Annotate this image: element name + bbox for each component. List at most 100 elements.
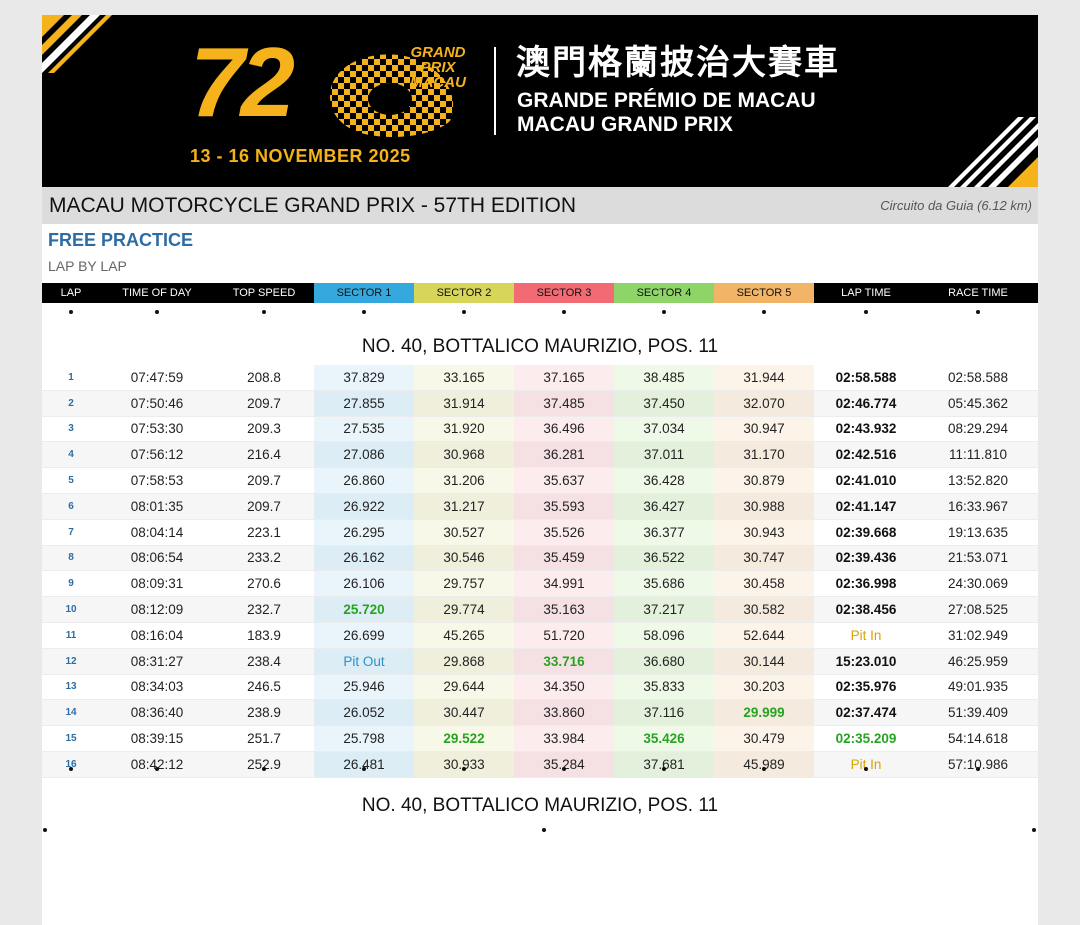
top-speed: 183.9: [214, 622, 314, 649]
lap-time: 02:36.998: [814, 570, 918, 598]
sector-5-time: 30.458: [714, 570, 814, 598]
lap-time: 02:37.474: [814, 699, 918, 727]
top-speed: 223.1: [214, 519, 314, 546]
lap-number: 10: [42, 596, 100, 623]
sector-1-time: 26.860: [314, 467, 414, 494]
time-of-day: 08:31:27: [100, 648, 214, 675]
sector-2-time: 29.868: [414, 648, 514, 675]
lap-number: 9: [42, 570, 100, 598]
top-speed: 246.5: [214, 674, 314, 701]
sector-4-time: 35.833: [614, 674, 714, 701]
event-banner: 72 GRAND PRIX MACAU 澳門格蘭披治大賽車 GRANDE PRÉ…: [42, 15, 1038, 187]
sector-1-time: 26.052: [314, 699, 414, 727]
lap-time: 02:35.209: [814, 725, 918, 752]
top-speed: 270.6: [214, 570, 314, 598]
lap-number: 7: [42, 519, 100, 546]
table-row: 3 07:53:30 209.3 27.535 31.920 36.496 37.034 30…: [42, 416, 1038, 443]
sector-4-time: 58.096: [614, 622, 714, 649]
sector-3-time: 36.496: [514, 416, 614, 443]
report-type: LAP BY LAP: [48, 258, 127, 274]
race-time: 08:29.294: [918, 416, 1038, 443]
event-title: MACAU MOTORCYCLE GRAND PRIX - 57TH EDITI…: [49, 194, 577, 217]
sector-5-time: 30.144: [714, 648, 814, 675]
title-portuguese: GRANDE PRÉMIO DE MACAU: [517, 89, 816, 112]
lap-number: 12: [42, 648, 100, 675]
sector-5-time: 30.943: [714, 519, 814, 546]
sector-4-time: 36.377: [614, 519, 714, 546]
lap-time: 02:38.456: [814, 596, 918, 623]
column-header-time-of-day: TIME OF DAY: [100, 283, 214, 303]
sector-2-time: 33.165: [414, 365, 514, 391]
time-of-day: 07:47:59: [100, 365, 214, 391]
table-row: 10 08:12:09 232.7 25.720 29.774 35.163 37.217 3…: [42, 596, 1038, 623]
race-time: 13:52.820: [918, 467, 1038, 494]
time-of-day: 08:12:09: [100, 596, 214, 623]
lap-number: 5: [42, 467, 100, 494]
column-header-sector-3: SECTOR 3: [514, 283, 614, 303]
lap-number: 3: [42, 416, 100, 443]
time-of-day: 07:56:12: [100, 441, 214, 469]
race-time: 21:53.071: [918, 545, 1038, 572]
dot-separator: [42, 310, 1038, 322]
sector-4-time: 35.686: [614, 570, 714, 598]
sector-5-time: 30.203: [714, 674, 814, 701]
sector-3-time: 35.163: [514, 596, 614, 623]
sector-2-time: 29.774: [414, 596, 514, 623]
table-row: 6 08:01:35 209.7 26.922 31.217 35.593 36.427 30…: [42, 493, 1038, 520]
sector-1-time: 37.829: [314, 365, 414, 391]
top-speed: 216.4: [214, 441, 314, 469]
sector-2-time: 29.757: [414, 570, 514, 598]
sector-4-time: 36.428: [614, 467, 714, 494]
top-speed: 238.9: [214, 699, 314, 727]
sector-1-time: 25.946: [314, 674, 414, 701]
sector-2-time: 30.968: [414, 441, 514, 469]
sector-3-time: 36.281: [514, 441, 614, 469]
sector-2-time: 31.206: [414, 467, 514, 494]
race-time: 51:39.409: [918, 699, 1038, 727]
sector-3-time: 35.637: [514, 467, 614, 494]
sector-3-time: 35.526: [514, 519, 614, 546]
top-speed: 232.7: [214, 596, 314, 623]
table-row: 9 08:09:31 270.6 26.106 29.757 34.991 35.686 30…: [42, 570, 1038, 598]
table-row: 12 08:31:27 238.4 Pit Out 29.868 33.716 36.680…: [42, 648, 1038, 675]
sector-3-time: 35.593: [514, 493, 614, 520]
table-row: 2 07:50:46 209.7 27.855 31.914 37.485 37.450 32…: [42, 390, 1038, 417]
lap-time: 02:58.588: [814, 365, 918, 391]
sector-4-time: 37.450: [614, 390, 714, 417]
lap-time: 02:41.147: [814, 493, 918, 520]
event-header-bar: MACAU MOTORCYCLE GRAND PRIX - 57TH EDITI…: [42, 187, 1038, 224]
circuit-name: Circuito da Guia (6.12 km): [880, 198, 1032, 213]
lap-number: 14: [42, 699, 100, 727]
sector-4-time: 37.011: [614, 441, 714, 469]
sector-5-time: 30.947: [714, 416, 814, 443]
logo-line: MACAU: [410, 74, 466, 91]
top-speed: 233.2: [214, 545, 314, 572]
sector-5-time: 30.747: [714, 545, 814, 572]
lap-time: 02:42.516: [814, 441, 918, 469]
column-header-sector-1: SECTOR 1: [314, 283, 414, 303]
top-speed: 209.3: [214, 416, 314, 443]
sector-5-time: 30.988: [714, 493, 814, 520]
sector-4-time: 36.522: [614, 545, 714, 572]
top-speed: 238.4: [214, 648, 314, 675]
top-speed: 208.8: [214, 365, 314, 391]
timing-sheet: 72 GRAND PRIX MACAU 澳門格蘭披治大賽車 GRANDE PRÉ…: [42, 15, 1038, 925]
sector-1-time: 26.699: [314, 622, 414, 649]
sector-4-time: 38.485: [614, 365, 714, 391]
sector-2-time: 29.644: [414, 674, 514, 701]
sector-5-time: 32.070: [714, 390, 814, 417]
top-speed: 209.7: [214, 390, 314, 417]
sector-4-time: 36.680: [614, 648, 714, 675]
sector-5-time: 30.879: [714, 467, 814, 494]
sector-3-time: 34.350: [514, 674, 614, 701]
sector-3-time: 33.860: [514, 699, 614, 727]
sector-3-time: 37.485: [514, 390, 614, 417]
sector-4-time: 36.427: [614, 493, 714, 520]
column-header-sector-5: SECTOR 5: [714, 283, 814, 303]
sector-3-time: 37.165: [514, 365, 614, 391]
sector-3-time: 33.716: [514, 648, 614, 675]
sector-1-time: 26.162: [314, 545, 414, 572]
column-header-lap-time: LAP TIME: [814, 283, 918, 303]
title-english: MACAU GRAND PRIX: [517, 113, 733, 136]
logo-line: GRAND: [410, 44, 466, 61]
